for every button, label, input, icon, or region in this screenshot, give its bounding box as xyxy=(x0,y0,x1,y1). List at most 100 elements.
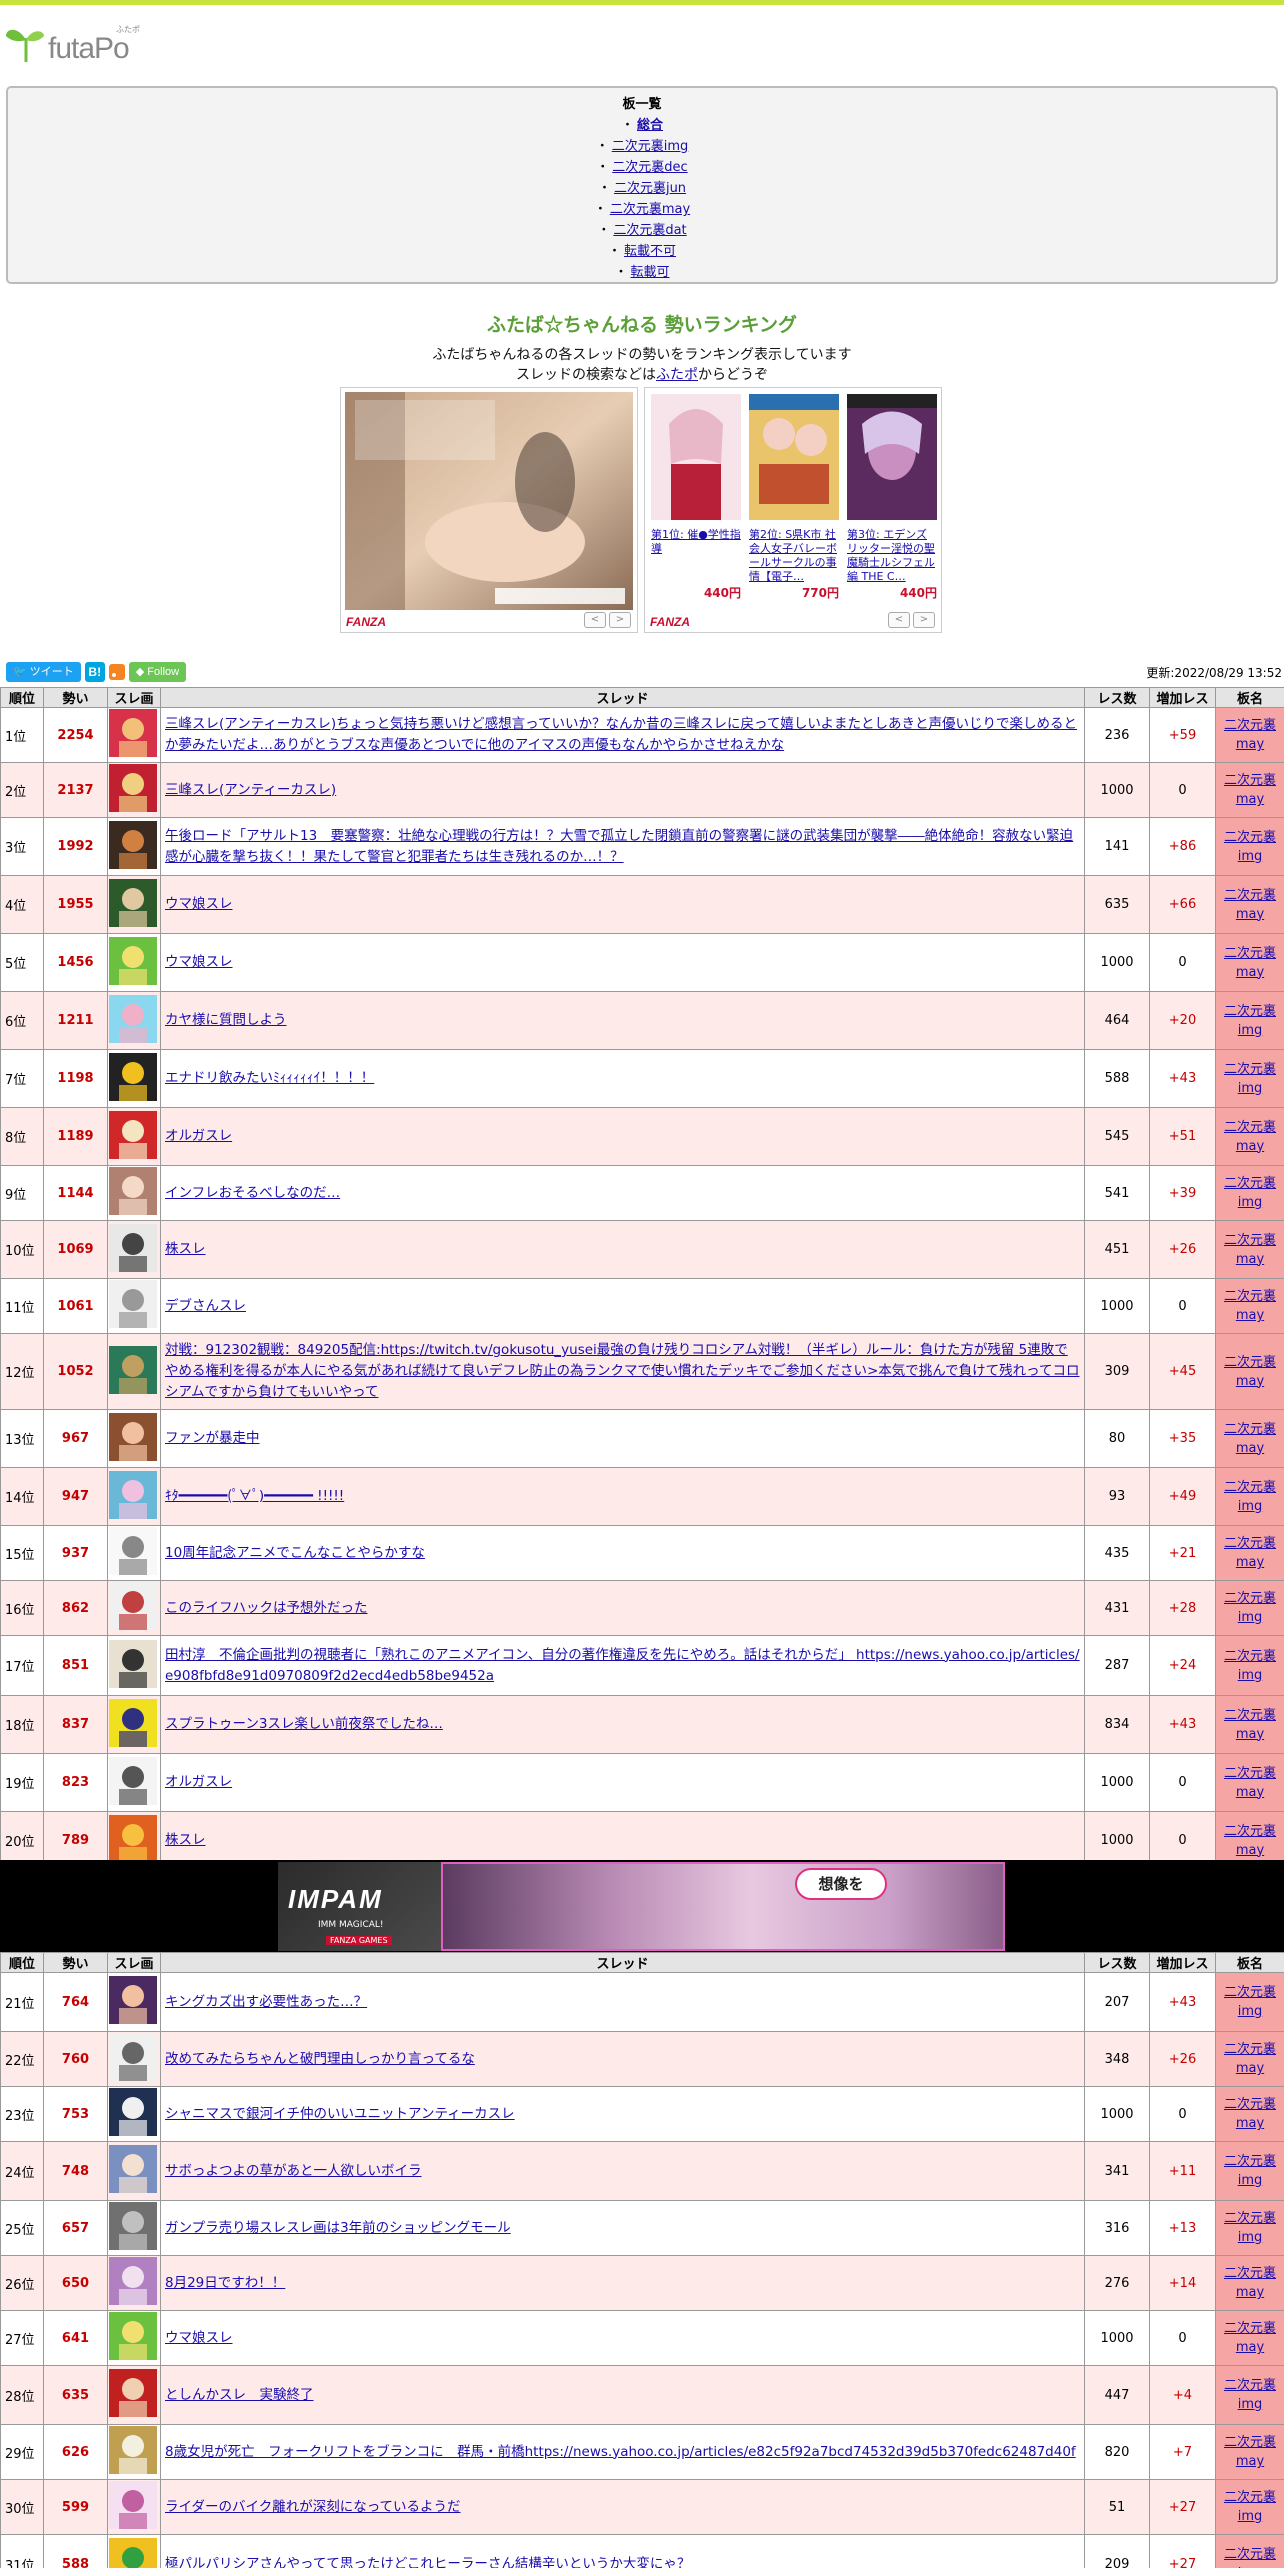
board-link[interactable]: 転載可 xyxy=(631,265,670,280)
thumbnail-cell[interactable] xyxy=(107,2031,161,2087)
board-link[interactable]: 総合 xyxy=(637,118,663,133)
thread-thumbnail[interactable] xyxy=(109,878,157,927)
board-link[interactable]: 二次元裏 xyxy=(1224,1536,1276,1551)
board-link[interactable]: 二次元裏 xyxy=(1224,888,1276,903)
thread-thumbnail[interactable] xyxy=(109,936,157,985)
board-link[interactable]: 二次元裏 xyxy=(1224,2097,1276,2112)
board-link[interactable]: 二次元裏 xyxy=(1224,1824,1276,1839)
board-link[interactable]: 二次元裏 xyxy=(1224,1649,1276,1664)
thread-link[interactable]: 8歳女児が死亡 フォークリフトをブランコに 群馬・前橋https://news.… xyxy=(165,2444,1076,2460)
thread-thumbnail[interactable] xyxy=(109,1110,157,1159)
thumbnail-cell[interactable] xyxy=(107,1753,161,1812)
thread-thumbnail[interactable] xyxy=(109,1412,157,1461)
thread-link[interactable]: 株スレ xyxy=(165,1832,206,1848)
thread-link[interactable]: オルガスレ xyxy=(165,1128,232,1144)
board-link[interactable]: 二次元裏 xyxy=(1224,1422,1276,1437)
board-link[interactable]: 二次元裏 xyxy=(1224,1062,1276,1077)
thread-link[interactable]: スプラトゥーン3スレ楽しい前夜祭でしたね… xyxy=(165,1716,443,1732)
thread-thumbnail[interactable] xyxy=(109,1470,157,1519)
ad-product-3[interactable]: 第3位: エデンズリッター淫悦の聖魔騎士ルシフェル編 THE C… 440円 xyxy=(847,394,937,601)
thread-thumbnail[interactable] xyxy=(109,1280,157,1328)
thread-link[interactable]: 10周年記念アニメでこんなことやらかすな xyxy=(165,1545,425,1561)
thread-thumbnail[interactable] xyxy=(109,2202,157,2250)
thread-link[interactable]: サボっよつよの草があと一人欲しいボイラ xyxy=(165,2163,422,2179)
thumbnail-cell[interactable] xyxy=(107,2479,161,2535)
thread-thumbnail[interactable] xyxy=(109,2312,157,2360)
thread-thumbnail[interactable] xyxy=(109,1698,157,1747)
ad-product-ranking[interactable]: 第1位: 催●学性指導 440円 第2位: S県K市 社会人女子バレーボールサー… xyxy=(644,387,942,633)
thread-thumbnail[interactable] xyxy=(109,2145,157,2193)
thumbnail-cell[interactable] xyxy=(107,762,161,818)
product-title-2[interactable]: 第2位: S県K市 社会人女子バレーボールサークルの事情【電子… xyxy=(749,528,839,584)
thumbnail-cell[interactable] xyxy=(107,2310,161,2366)
board-sub-link[interactable]: may xyxy=(1236,2061,1264,2076)
ad-next-button[interactable]: > xyxy=(609,612,631,628)
game-ad-banner[interactable]: IMPAM IMM MAGICAL! FANZA GAMES 想像を xyxy=(0,1860,1284,1953)
board-sub-link[interactable]: may xyxy=(1236,965,1264,980)
board-link[interactable]: 二次元裏 xyxy=(1224,1355,1276,1370)
thumbnail-cell[interactable] xyxy=(107,875,161,934)
board-sub-link[interactable]: may xyxy=(1236,1308,1264,1323)
hatena-bookmark-button[interactable]: B! xyxy=(84,662,105,682)
board-sub-link[interactable]: may xyxy=(1236,1727,1264,1742)
thread-thumbnail[interactable] xyxy=(109,1052,157,1101)
product-title-3[interactable]: 第3位: エデンズリッター淫悦の聖魔騎士ルシフェル編 THE C… xyxy=(847,528,937,584)
board-sub-link[interactable]: img xyxy=(1238,2509,1263,2524)
thumbnail-cell[interactable] xyxy=(107,1049,161,1108)
thread-link[interactable]: インフレおそるべしなのだ… xyxy=(165,1185,340,1201)
board-link[interactable]: 転載不可 xyxy=(624,244,676,259)
board-sub-link[interactable]: may xyxy=(1236,1843,1264,1858)
board-link[interactable]: 二次元裏may xyxy=(610,202,690,217)
board-link[interactable]: 二次元裏dat xyxy=(613,223,686,238)
ad-product-1[interactable]: 第1位: 催●学性指導 440円 xyxy=(651,394,741,601)
thumbnail-cell[interactable] xyxy=(107,1525,161,1581)
thread-thumbnail[interactable] xyxy=(109,764,157,812)
board-link[interactable]: 二次元裏jun xyxy=(614,181,686,196)
board-sub-link[interactable]: img xyxy=(1238,1668,1263,1683)
board-sub-link[interactable]: may xyxy=(1236,2285,1264,2300)
board-link[interactable]: 二次元裏 xyxy=(1224,2042,1276,2057)
board-list-panel[interactable]: 板一覧 ・総合・二次元裏img ・二次元裏dec ・二次元裏jun ・二次元裏may ・… xyxy=(6,86,1278,284)
thread-thumbnail[interactable] xyxy=(109,1527,157,1575)
thread-thumbnail[interactable] xyxy=(109,1639,157,1688)
thumbnail-cell[interactable] xyxy=(107,1107,161,1166)
board-sub-link[interactable]: may xyxy=(1236,2116,1264,2131)
board-link[interactable]: 二次元裏 xyxy=(1224,2378,1276,2393)
thread-thumbnail[interactable] xyxy=(109,2257,157,2305)
thread-link[interactable]: ファンが暴走中 xyxy=(165,1430,260,1446)
thumbnail-cell[interactable] xyxy=(107,1635,161,1696)
ad-prev-button[interactable]: < xyxy=(584,612,606,628)
thread-link[interactable]: としんかスレ 実験終了 xyxy=(165,2387,314,2403)
thumbnail-cell[interactable] xyxy=(107,2086,161,2142)
thread-link[interactable]: このライフハックは予想外だった xyxy=(165,1600,368,1616)
product-title-1[interactable]: 第1位: 催●学性指導 xyxy=(651,528,741,584)
thread-thumbnail[interactable] xyxy=(109,2088,157,2136)
thread-link[interactable]: 対戦：912302観戦：849205配信:https://twitch.tv/g… xyxy=(165,1342,1079,1400)
board-link[interactable]: 二次元裏 xyxy=(1224,1708,1276,1723)
board-link[interactable]: 二次元裏 xyxy=(1224,773,1276,788)
thread-link[interactable]: 改めてみたらちゃんと破門理由しっかり言ってるな xyxy=(165,2051,475,2067)
board-sub-link[interactable]: img xyxy=(1238,1610,1263,1625)
thread-thumbnail[interactable] xyxy=(109,2538,157,2568)
thread-thumbnail[interactable] xyxy=(109,2369,157,2417)
board-sub-link[interactable]: img xyxy=(1238,2004,1263,2019)
board-link[interactable]: 二次元裏 xyxy=(1224,1591,1276,1606)
board-sub-link[interactable]: may xyxy=(1236,1374,1264,1389)
board-link[interactable]: 二次元裏 xyxy=(1224,2490,1276,2505)
thread-thumbnail[interactable] xyxy=(109,1167,157,1215)
thumbnail-cell[interactable] xyxy=(107,1409,161,1468)
board-sub-link[interactable]: may xyxy=(1236,1785,1264,1800)
thread-link[interactable]: カヤ様に質問しよう xyxy=(165,1012,287,1028)
thumbnail-cell[interactable] xyxy=(107,1220,161,1279)
board-link[interactable]: 二次元裏 xyxy=(1224,830,1276,845)
thumbnail-cell[interactable] xyxy=(107,1333,161,1410)
board-sub-link[interactable]: img xyxy=(1238,849,1263,864)
thumbnail-cell[interactable] xyxy=(107,1467,161,1526)
board-link[interactable]: 二次元裏 xyxy=(1224,1289,1276,1304)
board-sub-link[interactable]: img xyxy=(1238,2397,1263,2412)
board-sub-link[interactable]: img xyxy=(1238,1499,1263,1514)
thread-thumbnail[interactable] xyxy=(109,2033,157,2081)
board-sub-link[interactable]: may xyxy=(1236,737,1264,752)
thread-thumbnail[interactable] xyxy=(109,1756,157,1805)
thumbnail-cell[interactable] xyxy=(107,1580,161,1636)
